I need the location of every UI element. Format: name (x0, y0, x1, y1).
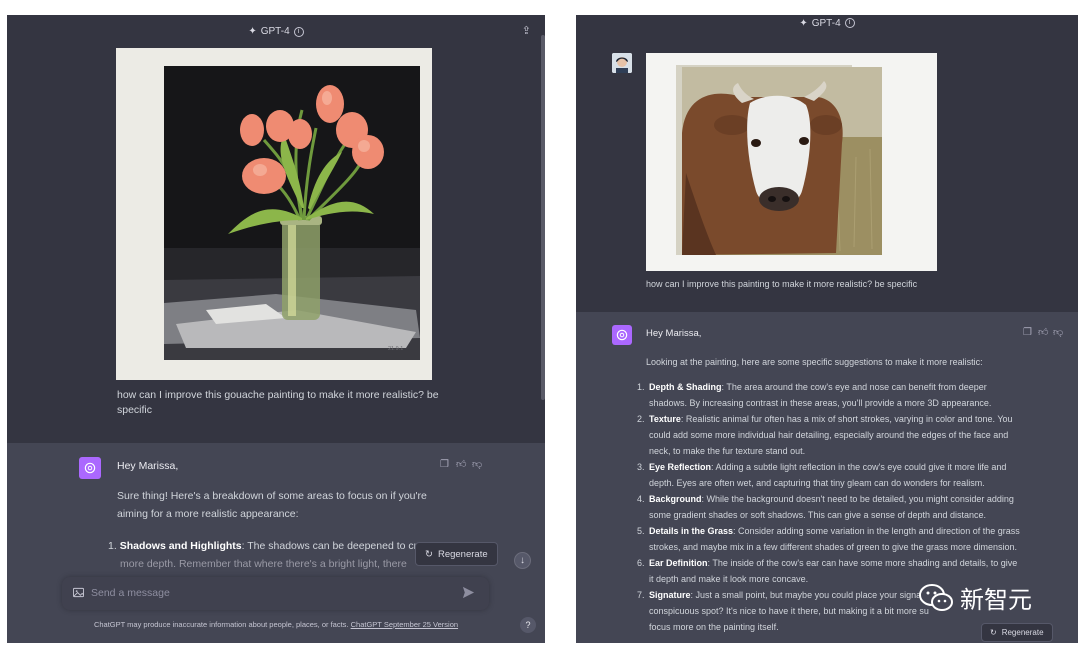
list-item-title: Background (649, 494, 702, 504)
user-prompt: how can I improve this painting to make … (646, 279, 918, 289)
list-number: 1. (637, 382, 645, 392)
list-number: 6. (637, 558, 645, 568)
list-item-text: strokes, and maybe mix in a few differen… (649, 542, 1018, 552)
user-avatar (612, 53, 632, 73)
list-item: 1. Shadows and Highlights: The shadows c… (108, 537, 448, 555)
list-item-title: Details in the Grass (649, 526, 734, 536)
list-item-text: : While the background doesn't need to b… (701, 494, 1014, 504)
assistant-intro: Sure thing! Here's a breakdown of some a… (117, 490, 427, 520)
openai-logo-icon (616, 329, 628, 341)
list-item-title: Shadows and Highlights (119, 540, 242, 552)
refresh-icon: ↻ (425, 548, 433, 560)
greeting: Hey Marissa, (646, 328, 702, 339)
disclaimer-text: ChatGPT may produce inaccurate informati… (93, 620, 349, 629)
copy-icon[interactable]: ❐ (1023, 327, 1032, 338)
footer-disclaimer: ChatGPT may produce inaccurate informati… (7, 620, 545, 629)
list-item-continuation: more depth. Remember that where there's … (120, 558, 407, 570)
send-icon[interactable] (462, 586, 475, 599)
list-item: 1. Depth & Shading: The area around the c… (637, 379, 1069, 411)
model-selector[interactable]: ✦ GPT-4 i (248, 26, 304, 37)
copy-icon[interactable]: ❐ (440, 459, 449, 470)
list-item-text: : Realistic animal fur often has a mix o… (680, 414, 1013, 424)
chatgpt-avatar (79, 457, 101, 479)
message-actions: ❐ 👍︎ 👎︎ (440, 459, 482, 470)
list-item: 5. Details in the Grass: Consider adding … (637, 523, 1069, 555)
list-item-title: Texture (649, 414, 681, 424)
list-item-text: shadows. By increasing contrast in these… (649, 398, 992, 408)
image-upload-icon[interactable] (73, 587, 84, 598)
scrollbar[interactable] (541, 35, 545, 400)
version-link[interactable]: ChatGPT September 25 Version (351, 620, 458, 629)
message-composer[interactable]: Send a message (62, 577, 489, 610)
regenerate-button[interactable]: ↻ Regenerate (981, 623, 1053, 642)
openai-logo-icon (84, 462, 96, 474)
cow-painting-image (646, 53, 937, 271)
wechat-logo-icon (919, 583, 953, 611)
info-icon[interactable]: i (293, 26, 304, 37)
list-item-text: : Adding a subtle light reflection in th… (711, 462, 1007, 472)
list-number: 5. (637, 526, 645, 536)
refresh-icon: ↻ (990, 628, 997, 637)
sparkle-icon: ✦ (799, 17, 808, 29)
thumbs-up-icon[interactable]: 👍︎ (456, 459, 466, 470)
assistant-intro: Looking at the painting, here are some s… (646, 357, 983, 367)
scroll-down-button[interactable]: ↓ (514, 552, 531, 569)
model-selector[interactable]: ✦ GPT-4 i (799, 17, 855, 29)
list-number: 7. (637, 590, 645, 600)
tulip-painting-image: 21.9.1 (116, 48, 432, 380)
list-number: 2. (637, 414, 645, 424)
user-avatar-image (612, 53, 632, 73)
greeting: Hey Marissa, (117, 460, 179, 472)
list-item-text: it depth and make it look more concave. (649, 574, 809, 584)
model-label: GPT-4 (260, 26, 290, 37)
thumbs-down-icon[interactable]: 👎︎ (472, 459, 482, 470)
regenerate-label: Regenerate (1001, 628, 1044, 637)
painting-signature: 21.9.1 (388, 346, 403, 352)
right-chat-window: ✦ GPT-4 i how can I improve this paintin… (576, 15, 1078, 643)
watermark-text: 新智元 (960, 587, 1032, 614)
list-item-title: Signature (649, 590, 691, 600)
list-item-text: neck, to make the fur texture stand out. (649, 446, 806, 456)
list-item-title: Eye Reflection (649, 462, 712, 472)
top-bar: ✦ GPT-4 i ⇪ (7, 15, 545, 48)
composer-placeholder: Send a message (91, 587, 170, 599)
list-item-text: depth. Eyes are often wet, and capturing… (649, 478, 985, 488)
user-prompt: how can I improve this gouache painting … (117, 389, 439, 416)
thumbs-down-icon[interactable]: 👎︎ (1053, 327, 1063, 338)
top-bar: ✦ GPT-4 i (576, 15, 1078, 31)
list-number: 1. (108, 540, 117, 552)
info-icon[interactable]: i (844, 18, 855, 28)
help-button[interactable]: ? (520, 617, 536, 633)
list-item-text: : The inside of the cow's ear can have s… (707, 558, 1018, 568)
list-item-title: Ear Definition (649, 558, 708, 568)
list-item: 4. Background: While the background doesn… (637, 491, 1069, 523)
list-item-text: : Just a small point, but maybe you coul… (690, 590, 922, 600)
list-item-title: Depth & Shading (649, 382, 722, 392)
list-item: 3. Eye Reflection: Adding a subtle light … (637, 459, 1069, 491)
watermark: 新智元 (918, 580, 1032, 615)
left-chat-window: ✦ GPT-4 i ⇪ 21.9.1 how can I improve thi… (7, 15, 545, 643)
list-item-text: : Consider adding some variation in the … (733, 526, 1020, 536)
list-item-text: focus more on the painting itself. (649, 622, 779, 632)
list-item-text: could add some more individual hair deta… (649, 430, 1009, 440)
list-item-text: : The area around the cow's eye and nose… (721, 382, 987, 392)
list-number: 3. (637, 462, 645, 472)
message-actions: ❐ 👍︎ 👎︎ (1023, 327, 1063, 338)
list-item-text: some gradient shades or soft shadows. Th… (649, 510, 987, 520)
regenerate-button[interactable]: ↻ Regenerate (415, 542, 498, 566)
regenerate-label: Regenerate (437, 548, 488, 560)
chatgpt-avatar (612, 325, 632, 345)
list-item-text: conspicuous spot? It's nice to have it t… (649, 606, 929, 616)
assistant-list: 1. Shadows and Highlights: The shadows c… (108, 537, 448, 573)
sparkle-icon: ✦ (248, 26, 257, 37)
list-item: 2. Texture: Realistic animal fur often ha… (637, 411, 1069, 459)
list-number: 4. (637, 494, 645, 504)
model-label: GPT-4 (811, 17, 841, 29)
list-item-text: : The shadows can be deepened to creat (241, 540, 432, 552)
share-icon[interactable]: ⇪ (522, 24, 531, 37)
thumbs-up-icon[interactable]: 👍︎ (1038, 327, 1048, 338)
